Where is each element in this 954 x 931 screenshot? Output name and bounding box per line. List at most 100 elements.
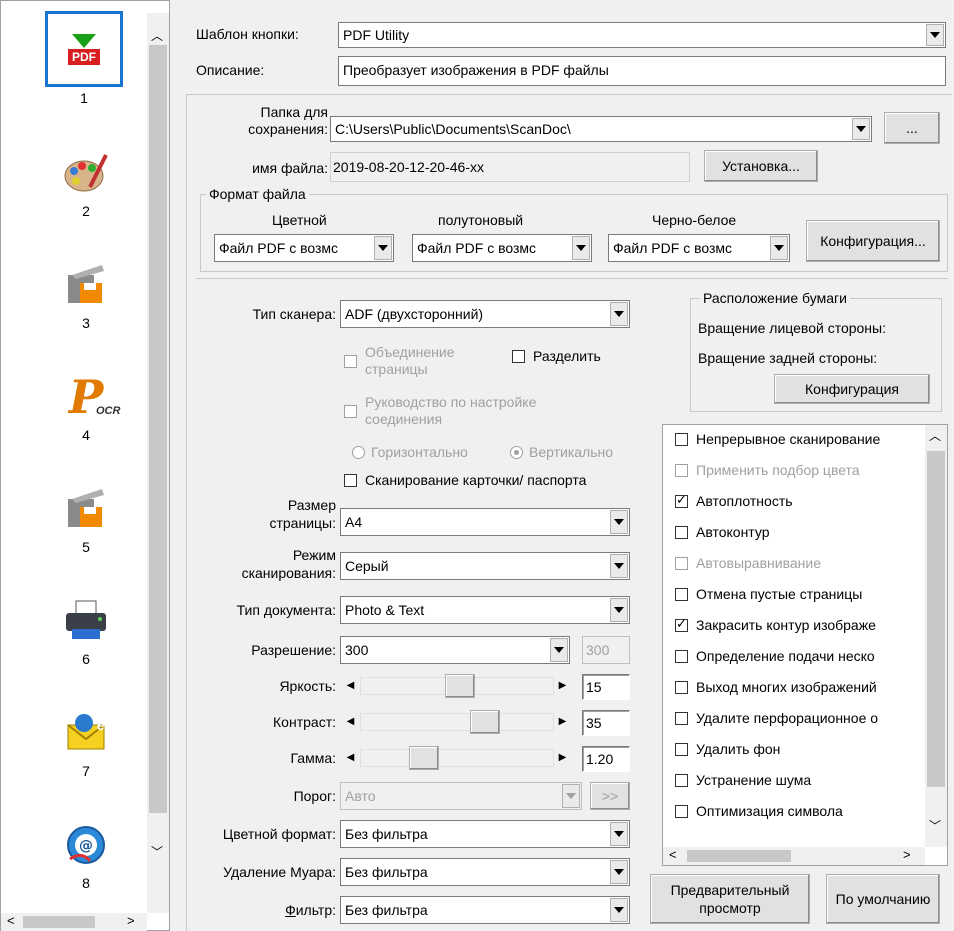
chevron-down-icon[interactable]	[572, 236, 590, 260]
scroll-left-icon[interactable]: <	[7, 913, 15, 928]
setup-button[interactable]: Установка...	[704, 150, 818, 182]
format-config-button[interactable]: Конфигурация...	[806, 220, 940, 262]
option-item[interactable]: Выход многих изображений	[675, 679, 877, 695]
options-vscrollbar[interactable]: ︿ ﹀	[925, 425, 947, 847]
moire-dropdown[interactable]: Без фильтра	[340, 858, 630, 886]
slider-thumb[interactable]	[445, 674, 476, 698]
h-scrollbar-thumb[interactable]	[23, 916, 95, 928]
slider-left-icon[interactable]: ◀	[342, 749, 359, 766]
scroll-right-icon[interactable]: >	[903, 847, 911, 862]
option-checkbox[interactable]	[675, 773, 688, 787]
option-item[interactable]: Применить подбор цвета	[675, 462, 860, 478]
option-checkbox[interactable]	[675, 742, 688, 756]
scroll-down-icon[interactable]: ﹀	[929, 817, 941, 834]
filter-dropdown[interactable]: Без фильтра	[340, 896, 630, 924]
template-dropdown[interactable]: PDF Utility	[338, 22, 946, 48]
slider-left-icon[interactable]: ◀	[342, 677, 359, 694]
threshold-more-button[interactable]: >>	[590, 782, 630, 810]
filename-field[interactable]: 2019-08-20-12-20-46-xx	[330, 152, 690, 182]
horizontal-scrollbar[interactable]: < >	[1, 913, 147, 931]
join-guide-checkbox[interactable]	[344, 404, 357, 418]
slider-thumb[interactable]	[409, 746, 440, 770]
chevron-down-icon[interactable]	[374, 236, 392, 260]
gray-format-dropdown[interactable]: Файл PDF с возмс	[412, 234, 592, 262]
h-scrollbar-thumb[interactable]	[687, 850, 791, 862]
slider-right-icon[interactable]: ▶	[554, 749, 571, 766]
button-item-4[interactable]: P OCR 4	[31, 367, 141, 443]
option-item[interactable]: Оптимизация символа	[675, 803, 843, 819]
button-item-5[interactable]: 5	[31, 479, 141, 555]
vertical-scrollbar[interactable]: ︿ ﹀	[147, 13, 169, 913]
option-item[interactable]: Устранение шума	[675, 772, 811, 788]
button-list-panel[interactable]: ︿ ﹀ < > PDF 1 2 3 P OCR 4 5 6 e 7 @ 8	[0, 0, 170, 931]
option-item[interactable]: Закрасить контур изображе	[675, 616, 876, 633]
option-item[interactable]: Удалить фон	[675, 741, 780, 757]
option-item[interactable]: Автовыравнивание	[675, 555, 821, 571]
options-list[interactable]: Непрерывное сканирование Применить подбор…	[662, 424, 948, 866]
horizontal-option[interactable]: Горизонтально	[352, 444, 468, 460]
chevron-down-icon[interactable]	[610, 822, 628, 846]
bw-format-dropdown[interactable]: Файл PDF с возмс	[608, 234, 790, 262]
option-checkbox[interactable]	[675, 680, 688, 694]
slider-left-icon[interactable]: ◀	[342, 713, 359, 730]
folder-dropdown[interactable]: C:\Users\Public\Documents\ScanDoc\	[330, 116, 872, 142]
chevron-down-icon[interactable]	[610, 860, 628, 884]
merge-pages-checkbox[interactable]	[344, 354, 357, 368]
gamma-slider[interactable]: ◀ ▶	[342, 746, 572, 770]
slider-thumb[interactable]	[469, 710, 500, 734]
option-checkbox[interactable]	[675, 492, 688, 508]
horizontal-radio[interactable]	[352, 445, 365, 459]
description-field[interactable]: Преобразует изображения в PDF файлы	[338, 56, 946, 86]
chevron-down-icon[interactable]	[926, 24, 944, 46]
resolution-dropdown[interactable]: 300	[340, 636, 570, 664]
browse-button[interactable]: ...	[884, 112, 940, 144]
option-item[interactable]: Определение подачи неско	[675, 648, 875, 664]
option-checkbox[interactable]	[675, 525, 688, 539]
option-item[interactable]: Непрерывное сканирование	[675, 431, 880, 447]
split-checkbox[interactable]	[512, 349, 525, 363]
option-item[interactable]: Автоконтур	[675, 524, 770, 540]
option-checkbox[interactable]	[675, 804, 688, 818]
vertical-radio[interactable]	[510, 445, 523, 459]
contrast-slider[interactable]: ◀ ▶	[342, 710, 572, 734]
button-item-1[interactable]: PDF 1	[29, 11, 139, 106]
option-checkbox[interactable]	[675, 649, 688, 663]
color-format-dropdown[interactable]: Файл PDF с возмс	[214, 234, 394, 262]
option-checkbox[interactable]	[675, 711, 688, 725]
button-item-3[interactable]: 3	[31, 255, 141, 331]
option-item[interactable]: Автоплотность	[675, 492, 793, 509]
button-item-7[interactable]: e 7	[31, 703, 141, 779]
scroll-up-icon[interactable]: ︿	[929, 427, 941, 444]
color-filter-dropdown[interactable]: Без фильтра	[340, 820, 630, 848]
scroll-left-icon[interactable]: <	[669, 847, 677, 862]
preview-button[interactable]: Предварительный просмотр	[650, 874, 810, 924]
scrollbar-thumb[interactable]	[149, 45, 167, 813]
vertical-option[interactable]: Вертикально	[510, 444, 613, 460]
option-checkbox[interactable]	[675, 463, 688, 477]
option-checkbox[interactable]	[675, 616, 688, 632]
slider-right-icon[interactable]: ▶	[554, 713, 571, 730]
brightness-slider[interactable]: ◀ ▶	[342, 674, 572, 698]
option-checkbox[interactable]	[675, 556, 688, 570]
card-scan-checkbox[interactable]	[344, 473, 357, 487]
slider-right-icon[interactable]: ▶	[554, 677, 571, 694]
option-item[interactable]: Отмена пустые страницы	[675, 586, 862, 602]
scroll-right-icon[interactable]: >	[127, 913, 135, 928]
default-button[interactable]: По умолчанию	[826, 874, 940, 924]
chevron-down-icon[interactable]	[610, 302, 628, 326]
chevron-down-icon[interactable]	[610, 898, 628, 922]
split-option[interactable]: Разделить	[512, 348, 601, 364]
chevron-down-icon[interactable]	[610, 598, 628, 622]
button-item-6[interactable]: 6	[31, 591, 141, 667]
threshold-dropdown[interactable]: Авто	[340, 782, 582, 810]
scroll-up-icon[interactable]: ︿	[151, 27, 163, 44]
option-checkbox[interactable]	[675, 432, 688, 446]
button-item-8[interactable]: @ 8	[31, 815, 141, 891]
merge-pages-option[interactable]: Объединение страницы	[344, 344, 455, 378]
option-checkbox[interactable]	[675, 587, 688, 601]
chevron-down-icon[interactable]	[550, 638, 568, 662]
chevron-down-icon[interactable]	[610, 510, 628, 534]
join-guide-option[interactable]: Руководство по настройке соединения	[344, 394, 536, 428]
option-item[interactable]: Удалите перфорационное о	[675, 710, 878, 726]
options-hscrollbar[interactable]: < >	[663, 847, 925, 865]
